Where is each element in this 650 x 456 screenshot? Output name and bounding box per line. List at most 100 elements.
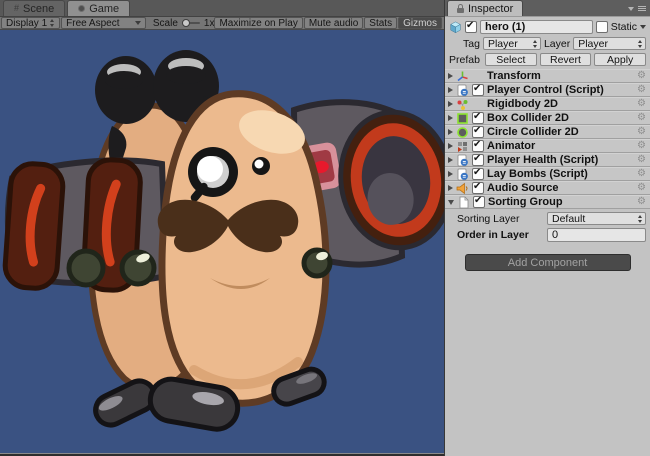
gear-icon[interactable]: ⚙	[637, 169, 646, 179]
tag-label: Tag	[463, 38, 480, 50]
rigidbody2d-icon	[456, 98, 469, 111]
prefab-select-button[interactable]: Select	[485, 53, 537, 66]
prefab-revert-button[interactable]: Revert	[540, 53, 592, 66]
stats-button[interactable]: Stats	[364, 17, 397, 29]
gameobject-cube-icon	[449, 21, 462, 34]
sorting-layer-dropdown[interactable]: Default	[547, 212, 646, 225]
inspector-body: hero (1) Static Tag Player Layer Player	[445, 17, 650, 456]
prefab-apply-button[interactable]: Apply	[594, 53, 646, 66]
game-tabstrip: # Scene Game	[0, 0, 444, 17]
pane-menu-icon[interactable]	[638, 6, 646, 11]
static-checkbox[interactable]	[596, 21, 608, 33]
gear-icon[interactable]: ⚙	[637, 85, 646, 95]
component-enabled-checkbox[interactable]	[472, 154, 484, 166]
component-animator[interactable]: Animator ⚙	[445, 139, 650, 153]
gameobject-active-checkbox[interactable]	[465, 21, 477, 33]
gear-icon[interactable]: ⚙	[637, 183, 646, 193]
transform-icon	[456, 70, 469, 83]
component-lay-bombs[interactable]: Lay Bombs (Script) ⚙	[445, 167, 650, 181]
gear-icon[interactable]: ⚙	[637, 99, 646, 109]
circle-collider-icon	[456, 126, 469, 139]
tab-scene-label: Scene	[23, 3, 54, 15]
component-sorting-group[interactable]: Sorting Group ⚙	[445, 195, 650, 209]
gear-icon[interactable]: ⚙	[637, 113, 646, 123]
tab-scene[interactable]: # Scene	[3, 0, 65, 16]
component-player-health[interactable]: Player Health (Script) ⚙	[445, 153, 650, 167]
lock-icon	[457, 4, 464, 13]
mute-audio-button[interactable]: Mute audio	[304, 17, 363, 29]
gameobject-header: hero (1) Static Tag Player Layer Player	[445, 17, 650, 69]
component-enabled-checkbox[interactable]	[472, 140, 484, 152]
popup-arrows-icon	[533, 40, 538, 48]
tab-game[interactable]: Game	[67, 0, 130, 16]
component-enabled-checkbox[interactable]	[472, 182, 484, 194]
order-in-layer-field[interactable]: 0	[547, 228, 646, 242]
component-player-control[interactable]: Player Control (Script) ⚙	[445, 83, 650, 97]
component-rigidbody-2d[interactable]: Rigidbody 2D ⚙	[445, 97, 650, 111]
animator-icon	[456, 140, 469, 153]
order-in-layer-label: Order in Layer	[457, 229, 547, 241]
gear-icon[interactable]: ⚙	[637, 127, 646, 137]
foldout-icon[interactable]	[448, 157, 453, 163]
scene-grid-icon: #	[14, 4, 19, 13]
page-icon	[457, 196, 470, 209]
toolbar-right-group: Maximize on Play Mute audio Stats Gizmos	[214, 17, 443, 29]
foldout-icon[interactable]	[448, 185, 453, 191]
foldout-open-icon[interactable]	[448, 200, 454, 205]
right-eye	[252, 157, 270, 175]
display-dropdown[interactable]: Display 1	[1, 17, 60, 29]
component-box-collider-2d[interactable]: Box Collider 2D ⚙	[445, 111, 650, 125]
scale-label: Scale	[153, 18, 178, 29]
popup-arrows-icon	[638, 40, 643, 48]
gear-icon[interactable]: ⚙	[637, 155, 646, 165]
tab-game-label: Game	[89, 3, 119, 15]
game-viewport[interactable]	[0, 30, 444, 453]
gameobject-name-field[interactable]: hero (1)	[480, 20, 593, 34]
layer-label: Layer	[544, 38, 570, 50]
chevron-down-icon	[135, 21, 141, 25]
box-collider-icon	[456, 112, 469, 125]
gear-icon[interactable]: ⚙	[637, 197, 646, 207]
pane-dropdown-icon[interactable]	[628, 7, 634, 11]
foldout-icon[interactable]	[448, 101, 453, 107]
pane-icons	[628, 6, 650, 16]
component-enabled-checkbox[interactable]	[472, 84, 484, 96]
tab-inspector[interactable]: Inspector	[447, 0, 523, 16]
component-circle-collider-2d[interactable]: Circle Collider 2D ⚙	[445, 125, 650, 139]
popup-arrows-icon	[638, 215, 643, 223]
gear-icon[interactable]: ⚙	[637, 141, 646, 151]
static-label: Static	[611, 21, 637, 33]
static-dropdown-icon[interactable]	[640, 25, 646, 29]
script-icon	[456, 154, 469, 167]
layer-dropdown[interactable]: Player	[573, 37, 646, 50]
inspector-tabstrip: Inspector	[445, 0, 650, 17]
gizmos-button[interactable]: Gizmos	[398, 17, 442, 29]
add-component-button[interactable]: Add Component	[465, 254, 631, 271]
unity-editor-window: # Scene Game Display 1 Free Aspect Scale…	[0, 0, 650, 456]
foldout-icon[interactable]	[448, 115, 453, 121]
scale-slider[interactable]	[182, 22, 200, 24]
audio-source-icon	[456, 182, 469, 195]
component-enabled-checkbox[interactable]	[473, 196, 485, 208]
foldout-icon[interactable]	[448, 87, 453, 93]
gear-icon[interactable]: ⚙	[637, 71, 646, 81]
component-enabled-checkbox[interactable]	[472, 168, 484, 180]
tag-dropdown[interactable]: Player	[483, 37, 541, 50]
component-transform[interactable]: Transform ⚙	[445, 69, 650, 83]
scale-value: 1x	[204, 18, 215, 29]
maximize-on-play-button[interactable]: Maximize on Play	[214, 17, 302, 29]
tab-inspector-label: Inspector	[468, 3, 513, 15]
foldout-icon[interactable]	[448, 73, 453, 79]
foldout-icon[interactable]	[448, 171, 453, 177]
sorting-group-body: Sorting Layer Default Order in Layer 0	[445, 209, 650, 244]
scale-slider-knob[interactable]	[182, 19, 190, 27]
foldout-icon[interactable]	[448, 143, 453, 149]
foldout-icon[interactable]	[448, 129, 453, 135]
component-enabled-checkbox[interactable]	[472, 112, 484, 124]
aspect-dropdown[interactable]: Free Aspect	[61, 17, 146, 29]
game-tab-icon	[78, 5, 85, 12]
component-enabled-checkbox[interactable]	[472, 126, 484, 138]
popup-arrows-icon	[50, 19, 55, 27]
component-audio-source[interactable]: Audio Source ⚙	[445, 181, 650, 195]
script-icon	[456, 84, 469, 97]
